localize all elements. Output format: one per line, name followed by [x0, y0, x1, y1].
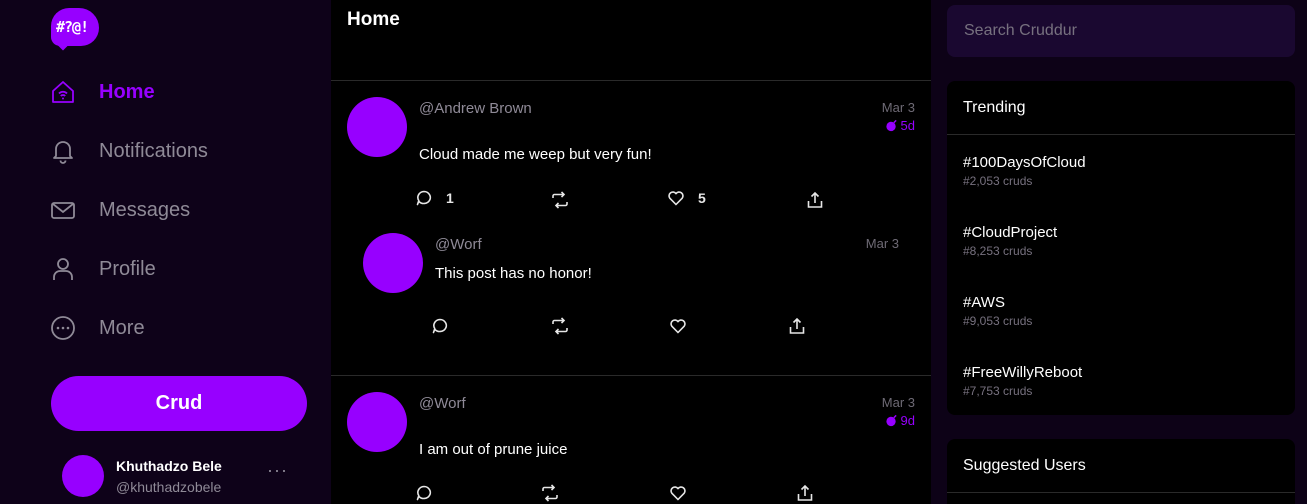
- post-expiry: 9d: [885, 413, 915, 428]
- reply-count: 1: [446, 190, 454, 206]
- post[interactable]: @Worf Mar 3 9d I am out of prune juice: [331, 376, 931, 504]
- reply-icon: [416, 485, 432, 501]
- like-count: 5: [698, 190, 706, 206]
- avatar[interactable]: [363, 233, 423, 293]
- trending-item[interactable]: #FreeWillyReboot #7,753 cruds: [963, 364, 1283, 398]
- post-handle[interactable]: @Andrew Brown: [419, 100, 532, 117]
- logo-text: #?@!: [56, 18, 89, 36]
- avatar[interactable]: [347, 97, 407, 157]
- trending-item[interactable]: #AWS #9,053 cruds: [963, 294, 1283, 328]
- home-icon: [50, 79, 76, 105]
- avatar[interactable]: [347, 392, 407, 452]
- trending-tag: #AWS: [963, 294, 1005, 311]
- suggested-users-title: Suggested Users: [947, 439, 1295, 493]
- share-button[interactable]: [788, 317, 806, 335]
- nav-item-profile[interactable]: Profile: [50, 251, 310, 287]
- share-icon: [807, 191, 823, 208]
- trending-tag: #CloudProject: [963, 224, 1058, 241]
- like-button[interactable]: [669, 317, 687, 335]
- nav-label-profile: Profile: [99, 257, 156, 280]
- bell-icon: [50, 138, 76, 164]
- post[interactable]: @Andrew Brown Mar 3 5d Cloud made me wee…: [331, 82, 931, 216]
- trending-tag: #FreeWillyReboot: [963, 364, 1083, 381]
- like-button[interactable]: [669, 484, 687, 502]
- reply-icon: [432, 318, 448, 334]
- feed: Home @Andrew Brown Mar 3 5d Cloud made m…: [331, 0, 931, 504]
- nav-label-notifications: Notifications: [99, 139, 208, 162]
- share-button[interactable]: [806, 191, 824, 209]
- post-body: I am out of prune juice: [419, 441, 568, 458]
- post-date: Mar 3: [881, 100, 915, 115]
- repost-icon: [552, 191, 568, 209]
- crud-button[interactable]: Crud: [51, 376, 307, 431]
- avatar: [62, 455, 104, 497]
- heart-icon: [668, 191, 684, 206]
- post-handle[interactable]: @Worf: [435, 236, 482, 253]
- trending-item[interactable]: #100DaysOfCloud #2,053 cruds: [963, 154, 1283, 188]
- sidebar: #?@! Home Notifications Messages Profile…: [0, 0, 331, 504]
- person-icon: [50, 256, 76, 282]
- nav-item-home[interactable]: Home: [50, 74, 310, 110]
- reply-button[interactable]: [415, 484, 433, 502]
- post-date: Mar 3: [881, 395, 915, 410]
- trending-count: #2,053 cruds: [963, 174, 1033, 188]
- repost-button[interactable]: [551, 317, 569, 335]
- more-circle-icon: [50, 315, 76, 341]
- reply-button[interactable]: 1: [415, 189, 454, 207]
- bomb-icon: [885, 414, 897, 427]
- post-body: Cloud made me weep but very fun!: [419, 146, 652, 163]
- envelope-icon: [50, 197, 76, 223]
- share-icon: [797, 484, 813, 501]
- feed-header: Home: [331, 0, 931, 81]
- heart-icon: [670, 319, 686, 334]
- current-user-handle: @khuthadzobele: [116, 479, 222, 495]
- like-button[interactable]: 5: [667, 189, 706, 207]
- repost-icon: [542, 484, 558, 502]
- reply-post[interactable]: @Worf Mar 3 This post has no honor!: [331, 216, 931, 372]
- current-user-card[interactable]: Khuthadzo Bele @khuthadzobele ···: [62, 452, 302, 500]
- share-icon: [789, 317, 805, 334]
- repost-button[interactable]: [551, 191, 569, 209]
- nav-label-more: More: [99, 316, 145, 339]
- repost-icon: [552, 317, 568, 335]
- bomb-icon: [885, 119, 897, 132]
- trending-panel: Trending #100DaysOfCloud #2,053 cruds #C…: [947, 81, 1295, 415]
- trending-count: #9,053 cruds: [963, 314, 1033, 328]
- post-date: Mar 3: [865, 236, 899, 251]
- post-expiry-text: 5d: [900, 118, 915, 133]
- repost-button[interactable]: [541, 484, 559, 502]
- reply-button[interactable]: [431, 317, 449, 335]
- post-expiry-text: 9d: [900, 413, 915, 428]
- trending-title: Trending: [947, 81, 1295, 135]
- share-button[interactable]: [796, 484, 814, 502]
- trending-item[interactable]: #CloudProject #8,253 cruds: [963, 224, 1283, 258]
- page-title: Home: [347, 9, 400, 30]
- user-menu-icon[interactable]: ···: [267, 460, 288, 481]
- logo[interactable]: #?@!: [51, 6, 101, 51]
- trending-tag: #100DaysOfCloud: [963, 154, 1086, 171]
- reply-icon: [416, 190, 432, 206]
- nav-label-messages: Messages: [99, 198, 191, 221]
- post-handle[interactable]: @Worf: [419, 395, 466, 412]
- nav-item-notifications[interactable]: Notifications: [50, 133, 310, 169]
- post-expiry: 5d: [885, 118, 915, 133]
- heart-icon: [670, 486, 686, 501]
- nav-item-messages[interactable]: Messages: [50, 192, 310, 228]
- trending-count: #8,253 cruds: [963, 244, 1033, 258]
- current-user-name: Khuthadzo Bele: [116, 458, 222, 474]
- nav-label-home: Home: [99, 80, 155, 103]
- nav-item-more[interactable]: More: [50, 310, 310, 346]
- suggested-users-panel: Suggested Users: [947, 439, 1295, 504]
- post-body: This post has no honor!: [435, 265, 592, 282]
- search-input[interactable]: [947, 5, 1295, 57]
- trending-count: #7,753 cruds: [963, 384, 1033, 398]
